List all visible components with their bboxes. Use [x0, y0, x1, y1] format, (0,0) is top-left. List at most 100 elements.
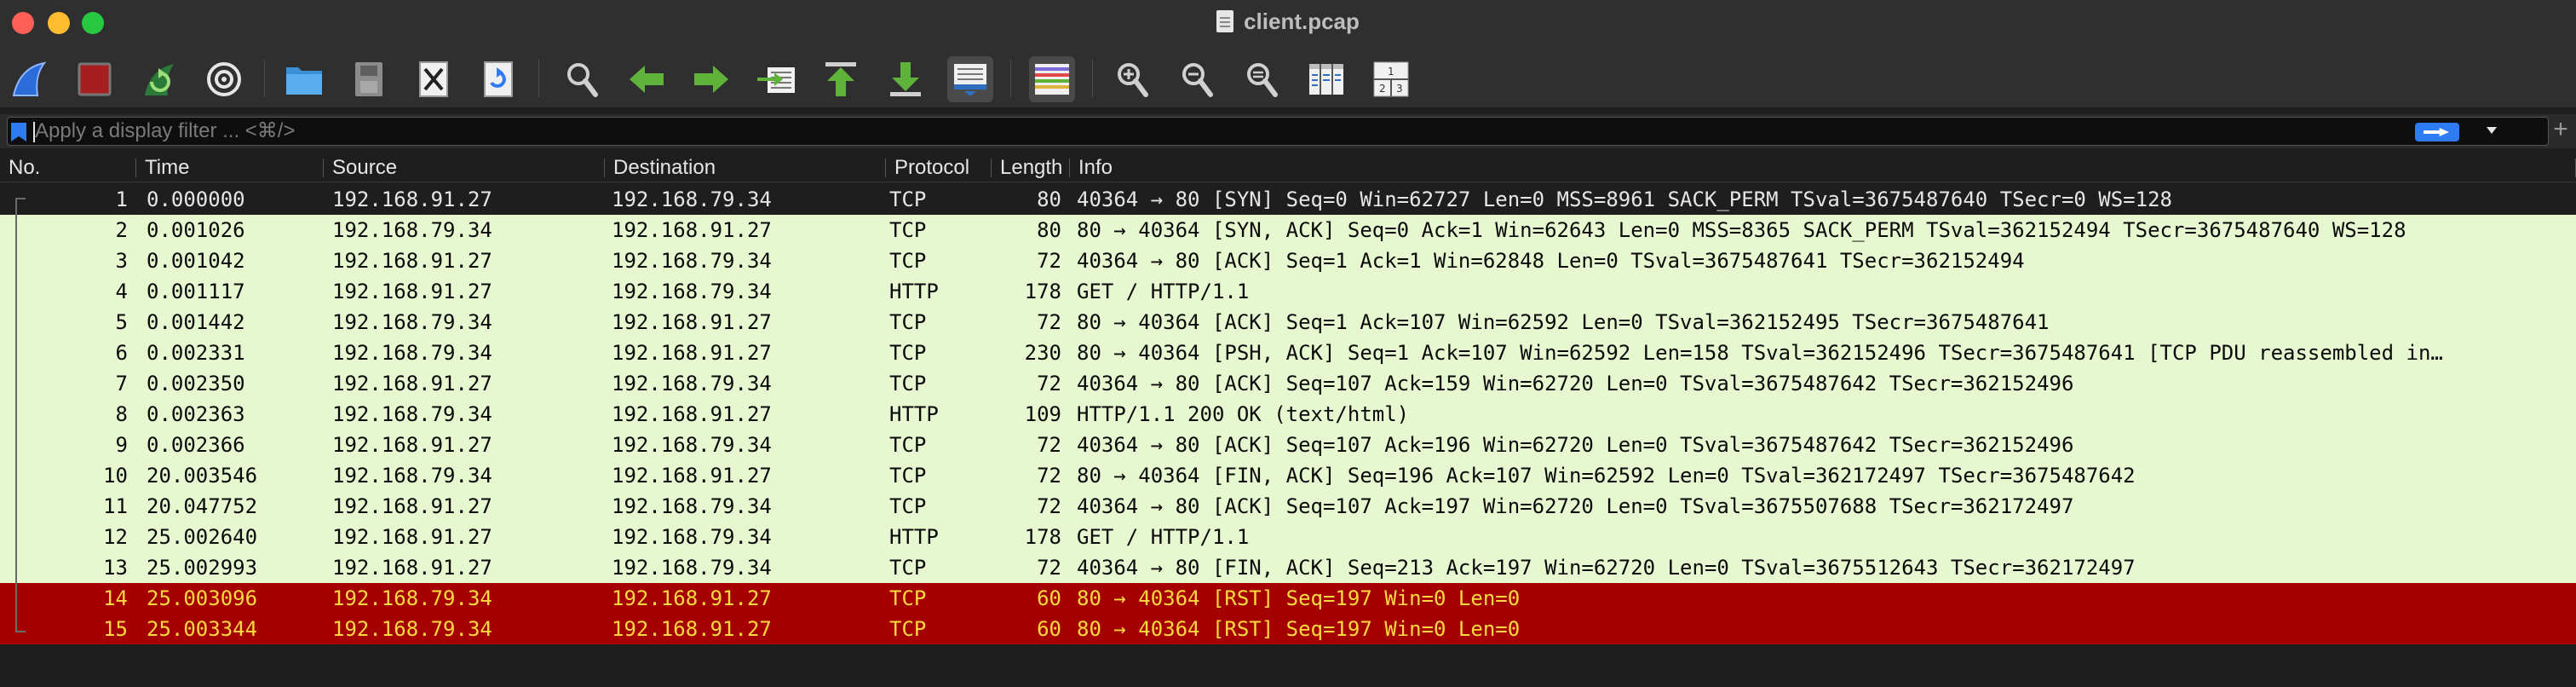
packet-number: 10: [103, 464, 128, 488]
stop-capture-icon: [78, 62, 112, 96]
column-header-time[interactable]: Time: [136, 153, 324, 182]
packet-time: 20.047752: [147, 494, 258, 518]
column-header-protocol[interactable]: Protocol: [886, 153, 992, 182]
layout-button[interactable]: 1 2 3: [1368, 56, 1414, 102]
packet-protocol: TCP: [889, 188, 927, 211]
packet-length: 60: [1037, 586, 1061, 610]
table-row[interactable]: 5 0.001442 192.168.79.34 192.168.91.27 TCP 72…: [0, 307, 2576, 338]
zoom-in-button[interactable]: [1109, 56, 1155, 102]
packet-protocol: HTTP: [889, 525, 939, 549]
packet-length: 72: [1037, 249, 1061, 273]
normal-size-button[interactable]: [1239, 56, 1285, 102]
go-first-packet-button[interactable]: [818, 56, 864, 102]
table-row[interactable]: 4 0.001117 192.168.91.27 192.168.79.34 HTTP 1…: [0, 276, 2576, 307]
zoom-out-button[interactable]: [1174, 56, 1220, 102]
packet-destination: 192.168.79.34: [612, 494, 772, 518]
packet-destination: 192.168.91.27: [612, 402, 772, 426]
display-filter-input[interactable]: [35, 118, 2420, 145]
packet-time: 0.001042: [147, 249, 245, 273]
go-first-packet-icon: [825, 62, 856, 96]
packet-destination: 192.168.91.27: [612, 341, 772, 365]
packet-destination: 192.168.79.34: [612, 372, 772, 395]
go-forward-icon: [694, 66, 728, 93]
capture-options-button[interactable]: [201, 56, 247, 102]
packet-time: 0.000000: [147, 188, 245, 211]
packet-protocol: HTTP: [889, 402, 939, 426]
svg-text:2: 2: [1379, 83, 1386, 95]
packet-info: HTTP/1.1 200 OK (text/html): [1077, 402, 1410, 426]
table-row[interactable]: 9 0.002366 192.168.91.27 192.168.79.34 TCP 72…: [0, 430, 2576, 460]
column-header-destination[interactable]: Destination: [605, 153, 886, 182]
column-header-length[interactable]: Length: [992, 153, 1070, 182]
title-bar: client.pcap: [0, 0, 2576, 48]
reload-file-button[interactable]: [475, 56, 521, 102]
packet-info: 80 → 40364 [RST] Seq=197 Win=0 Len=0: [1077, 617, 1521, 641]
go-back-button[interactable]: [624, 56, 670, 102]
packet-info: GET / HTTP/1.1: [1077, 525, 1250, 549]
packet-destination: 192.168.79.34: [612, 249, 772, 273]
go-to-packet-icon: [757, 67, 795, 93]
packet-number: 4: [115, 280, 128, 303]
layout-icon: 1 2 3: [1373, 61, 1409, 97]
table-row[interactable]: 3 0.001042 192.168.91.27 192.168.79.34 TCP 72…: [0, 245, 2576, 276]
packet-number: 1: [115, 188, 128, 211]
packet-info: 80 → 40364 [FIN, ACK] Seq=196 Ack=107 Wi…: [1077, 464, 2136, 488]
start-capture-button[interactable]: [7, 56, 53, 102]
packet-source: 192.168.91.27: [332, 249, 492, 273]
packet-destination: 192.168.79.34: [612, 433, 772, 457]
colorize-button[interactable]: [1029, 56, 1075, 102]
packet-number: 13: [103, 556, 128, 580]
stop-capture-button[interactable]: [72, 56, 118, 102]
packet-source: 192.168.91.27: [332, 525, 492, 549]
packet-time: 20.003546: [147, 464, 258, 488]
auto-scroll-button[interactable]: [947, 56, 993, 102]
close-file-icon: [419, 61, 448, 97]
table-row[interactable]: 8 0.002363 192.168.79.34 192.168.91.27 HTTP 1…: [0, 399, 2576, 430]
packet-info: 40364 → 80 [FIN, ACK] Seq=213 Ack=197 Wi…: [1077, 556, 2136, 580]
table-row[interactable]: 6 0.002331 192.168.79.34 192.168.91.27 TCP 23…: [0, 338, 2576, 368]
packet-length: 178: [1024, 280, 1061, 303]
packet-protocol: TCP: [889, 341, 927, 365]
find-packet-button[interactable]: [559, 56, 605, 102]
packet-length: 72: [1037, 556, 1061, 580]
table-row[interactable]: 12 25.002640 192.168.91.27 192.168.79.34 HTT…: [0, 522, 2576, 552]
main-toolbar: 1 2 3: [0, 48, 2576, 107]
find-packet-icon: [567, 63, 598, 97]
packet-protocol: TCP: [889, 556, 927, 580]
packet-length: 72: [1037, 372, 1061, 395]
go-forward-button[interactable]: [688, 56, 734, 102]
packet-time: 0.001026: [147, 218, 245, 242]
restart-capture-button[interactable]: [136, 56, 182, 102]
apply-filter-button[interactable]: [2415, 123, 2459, 141]
filter-history-chevron-down-icon[interactable]: [2487, 127, 2497, 134]
packet-number: 5: [115, 310, 128, 334]
capture-options-icon: [207, 62, 241, 96]
packet-length: 72: [1037, 433, 1061, 457]
bookmark-icon[interactable]: [11, 123, 26, 141]
table-row[interactable]: 7 0.002350 192.168.91.27 192.168.79.34 TCP 72…: [0, 368, 2576, 399]
resize-columns-button[interactable]: [1303, 56, 1349, 102]
conversation-bracket-end: [15, 631, 26, 632]
display-filter-bar: +: [0, 114, 2576, 148]
table-row[interactable]: 2 0.001026 192.168.79.34 192.168.91.27 TCP 80…: [0, 215, 2576, 245]
save-file-button[interactable]: [346, 56, 392, 102]
packet-length: 109: [1024, 402, 1061, 426]
open-file-button[interactable]: [281, 56, 327, 102]
table-row[interactable]: 14 25.003096 192.168.79.34 192.168.91.27 TCP…: [0, 583, 2576, 614]
table-row[interactable]: 11 20.047752 192.168.91.27 192.168.79.34 TCP…: [0, 491, 2576, 522]
packet-protocol: TCP: [889, 433, 927, 457]
table-row[interactable]: 1 0.000000 192.168.91.27 192.168.79.34 TCP 80…: [0, 184, 2576, 215]
table-row[interactable]: 10 20.003546 192.168.79.34 192.168.91.27 TCP…: [0, 460, 2576, 491]
add-filter-button[interactable]: +: [2549, 113, 2573, 147]
table-row[interactable]: 13 25.002993 192.168.91.27 192.168.79.34 TCP…: [0, 552, 2576, 583]
packet-list-header: No. Time Source Destination Protocol Len…: [0, 153, 2576, 182]
table-row[interactable]: 15 25.003344 192.168.79.34 192.168.91.27 TCP…: [0, 614, 2576, 644]
column-header-source[interactable]: Source: [324, 153, 605, 182]
column-header-info[interactable]: Info: [1070, 153, 2576, 182]
go-last-packet-button[interactable]: [883, 56, 929, 102]
packet-source: 192.168.91.27: [332, 188, 492, 211]
packet-protocol: TCP: [889, 372, 927, 395]
go-to-packet-button[interactable]: [753, 56, 799, 102]
column-header-no[interactable]: No.: [0, 153, 136, 182]
close-file-button[interactable]: [411, 56, 457, 102]
